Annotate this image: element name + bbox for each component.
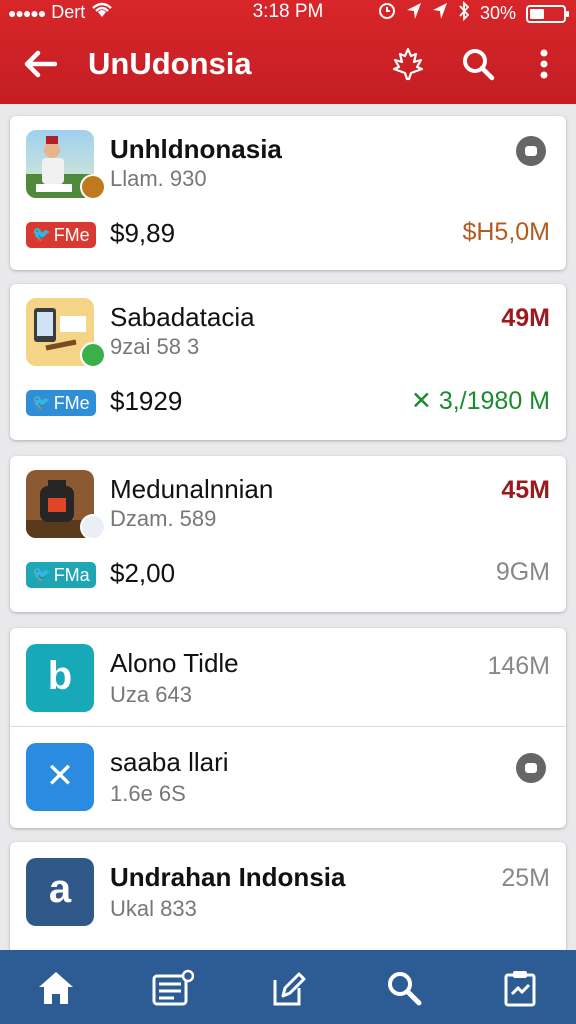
nav-search-button[interactable] — [380, 964, 428, 1012]
bird-icon: 🐦 — [32, 226, 51, 243]
category-badge-icon — [80, 342, 106, 368]
search-icon — [463, 49, 495, 81]
category-badge-icon — [80, 514, 106, 540]
app-subtitle: 9zai 58 3 — [110, 334, 200, 359]
inbox-icon — [152, 969, 194, 1006]
app-logo-icon: ✕ — [26, 743, 94, 811]
battery-icon — [526, 4, 569, 23]
nav-home-button[interactable] — [32, 964, 80, 1012]
app-subtitle: Dzam. 589 — [110, 506, 217, 531]
app-size: 146M — [487, 652, 550, 680]
app-card[interactable]: Sabadatacia 49M 9zai 58 3 🐦 FMe $1929 ✕ 3… — [10, 284, 566, 440]
fme-badge: 🐦 FMe — [26, 222, 96, 248]
app-logo-icon: b — [26, 644, 94, 712]
location-icon — [406, 2, 422, 25]
app-subtitle: Llam. 930 — [110, 166, 207, 191]
bird-icon: 🐦 — [32, 566, 51, 583]
tag-icon[interactable] — [516, 136, 546, 166]
search-button[interactable] — [458, 44, 498, 84]
edit-icon — [273, 972, 306, 1006]
bottom-navigation — [0, 950, 576, 1024]
app-name: Medunalnnian — [110, 474, 274, 504]
secondary-value: ✕ 3,/1980 M — [410, 387, 550, 415]
app-logo-icon: a — [26, 858, 94, 926]
app-size: 45M — [501, 476, 550, 504]
tag-icon[interactable] — [516, 753, 546, 783]
app-price: $1929 — [110, 386, 183, 416]
app-group-card: b Alono Tidle 146M Uza 643 ✕ saaba llari… — [10, 628, 566, 828]
nav-clipboard-button[interactable] — [496, 964, 544, 1012]
fme-badge: 🐦 FMe — [26, 390, 96, 416]
home-icon — [39, 972, 73, 1004]
maple-leaf-icon — [392, 47, 424, 81]
app-price: $9,89 — [110, 218, 176, 248]
nav-edit-button[interactable] — [264, 964, 312, 1012]
app-subtitle: Ukal 833 — [110, 896, 197, 921]
back-button[interactable] — [20, 44, 60, 84]
status-bar: ●●●●● Dert 3:18 PM 30% — [0, 0, 576, 26]
battery-percent: 30% — [479, 3, 516, 23]
more-menu-button[interactable] — [524, 44, 564, 84]
app-list: Unhldnonasia Llam. 930 🐦 FMe $9,89 $H5,0M… — [0, 104, 576, 950]
bird-icon: 🐦 — [32, 394, 51, 411]
page-title: UnUdonsia — [88, 46, 252, 81]
bluetooth-icon — [458, 0, 470, 26]
app-card[interactable]: a Undrahan Indonsia 25M Ukal 833 — [10, 842, 566, 950]
app-size: $H5,0M — [462, 218, 550, 246]
app-name: saaba llari — [110, 747, 229, 777]
maple-leaf-button[interactable] — [388, 44, 428, 84]
search-icon — [388, 972, 422, 1006]
app-name: Unhldnonasia — [110, 134, 282, 164]
app-card[interactable]: Unhldnonasia Llam. 930 🐦 FMe $9,89 $H5,0M — [10, 116, 566, 270]
app-price: $2,00 — [110, 558, 176, 588]
more-vertical-icon — [540, 49, 548, 79]
location-icon — [432, 2, 448, 25]
fme-badge: 🐦 FMa — [26, 562, 96, 588]
arrow-left-icon — [24, 50, 57, 78]
category-badge-icon — [80, 174, 106, 200]
nav-inbox-button[interactable] — [148, 964, 196, 1012]
status-indicators: 30% — [378, 0, 569, 26]
app-size: 49M — [501, 304, 550, 332]
secondary-value: 9GM — [495, 558, 550, 586]
app-bar: UnUdonsia — [0, 34, 576, 94]
top-bar: ●●●●● Dert 3:18 PM 30% UnUdonsia — [0, 0, 576, 104]
app-name: Alono Tidle — [110, 648, 239, 678]
app-name: Undrahan Indonsia — [110, 862, 346, 892]
cross-icon: ✕ — [410, 387, 439, 415]
clipboard-icon — [504, 971, 536, 1007]
app-size: 25M — [501, 864, 550, 892]
app-subtitle: Uza 643 — [110, 682, 192, 707]
alarm-icon — [378, 2, 396, 25]
list-item[interactable]: b Alono Tidle 146M Uza 643 — [10, 628, 566, 726]
app-name: Sabadatacia — [110, 302, 255, 332]
app-subtitle: 1.6e 6S — [110, 781, 186, 806]
list-item[interactable]: ✕ saaba llari 1.6e 6S — [10, 727, 566, 827]
app-card[interactable]: Medunalnnian 45M Dzam. 589 🐦 FMa $2,00 9G… — [10, 456, 566, 612]
